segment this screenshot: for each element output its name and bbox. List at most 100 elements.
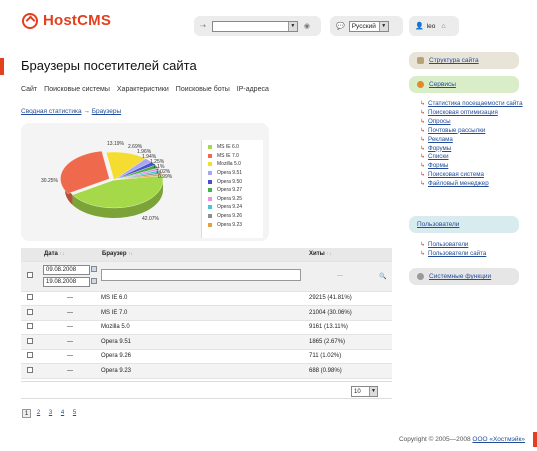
- legend-item: Opera 9.25: [202, 195, 263, 204]
- tab-ip-addresses[interactable]: IP-адреса: [237, 86, 269, 93]
- gear-icon: [417, 273, 424, 280]
- footer-marker: [533, 432, 537, 447]
- sidebar-item-users[interactable]: ↳ Пользователи: [420, 241, 523, 250]
- browser-pie-chart: 42.07%30.25%13.19% 2.69%1.96%1.94%1.25%1.…: [41, 141, 173, 222]
- tab-site[interactable]: Сайт: [21, 86, 37, 93]
- legend-swatch: [208, 196, 212, 201]
- user-icon: 👤: [415, 23, 424, 30]
- sort-arrows-icon[interactable]: ↑↓: [326, 251, 331, 257]
- row-checkbox[interactable]: [27, 366, 33, 373]
- search-icon[interactable]: 🔍: [374, 261, 392, 292]
- sidebar-item-lists[interactable]: ↳ Списки: [420, 153, 523, 162]
- legend-label: Opera 9.24: [217, 204, 243, 211]
- user-box: 👤 leo ⌂: [409, 16, 459, 36]
- row-checkbox[interactable]: [27, 308, 33, 315]
- browser-column-header[interactable]: Браузер ↑↓: [99, 248, 306, 262]
- table-row[interactable]: — Opera 9.23 688 (0.98%): [21, 363, 392, 379]
- logo-icon: [22, 12, 38, 29]
- sidebar-item-seo[interactable]: ↳ Поисковая оптимизация: [420, 109, 523, 118]
- sort-arrows-icon[interactable]: ↑↓: [60, 251, 65, 257]
- breadcrumb: Сводная статистика → Браузеры: [21, 108, 122, 115]
- legend-label: Opera 9.27: [217, 187, 243, 194]
- table-row[interactable]: — Opera 9.26 711 (1.02%): [21, 349, 392, 364]
- sidebar-item-statistics[interactable]: ↳ Статистика посещаемости сайта: [420, 100, 523, 109]
- legend-label: Opera 9.26: [217, 213, 243, 220]
- arrow-icon: ↳: [420, 127, 426, 134]
- go-icon[interactable]: ◉: [304, 22, 310, 30]
- pie-label: 13.19%: [107, 141, 125, 147]
- sort-arrows-icon[interactable]: ↑↓: [128, 251, 133, 257]
- date-from-input[interactable]: 09.08.2008: [43, 265, 90, 275]
- copyright: Copyright © 2005—2008 ООО «Хостмэйк»: [398, 436, 525, 443]
- legend-label: Opera 9.23: [217, 221, 243, 228]
- breadcrumb-summary-link[interactable]: Сводная статистика: [21, 108, 82, 115]
- sidebar-item-forms[interactable]: ↳ Формы: [420, 162, 523, 171]
- pie-label: 42.07%: [142, 216, 160, 222]
- sidebar-item-site-users[interactable]: ↳ Пользователи сайта: [420, 250, 523, 259]
- arrow-icon: ↳: [420, 250, 426, 257]
- legend-swatch: [208, 171, 212, 176]
- sidebar-item-search[interactable]: ↳ Поисковая система: [420, 171, 523, 180]
- page-title: Браузеры посетителей сайта: [21, 58, 197, 73]
- username[interactable]: leo: [427, 23, 436, 30]
- legend-item: Opera 9.23: [202, 220, 263, 229]
- logo-text: HostCMS: [43, 12, 112, 29]
- tab-search-bots[interactable]: Поисковые боты: [176, 86, 230, 93]
- sidebar-item-file-manager[interactable]: ↳ Файловый менеджер: [420, 180, 523, 189]
- legend-label: MS IE 6.0: [217, 144, 239, 151]
- row-checkbox[interactable]: [27, 337, 33, 344]
- row-checkbox[interactable]: [27, 294, 33, 301]
- legend-item: Mozilla 5.0: [202, 160, 263, 169]
- arrow-icon: ↳: [420, 181, 426, 188]
- tab-characteristics[interactable]: Характеристики: [117, 86, 169, 93]
- page-link[interactable]: 2: [37, 410, 40, 416]
- table-footer: 10 ▼: [21, 381, 392, 399]
- table-row[interactable]: — MS IE 6.0 29215 (41.81%): [21, 291, 392, 306]
- language-select[interactable]: Русский ▼: [348, 20, 389, 32]
- breadcrumb-browsers-link[interactable]: Браузеры: [92, 108, 121, 115]
- table-row[interactable]: — Mozilla 5.0 9161 (13.11%): [21, 320, 392, 335]
- search-box: ⇢ ▼ ◉: [194, 16, 321, 36]
- sidebar-users[interactable]: Пользователи: [409, 216, 519, 233]
- browser-table: Дата ↑↓ Браузер ↑↓ Хиты ↑↓ 09.08.2008 19…: [21, 248, 392, 379]
- sidebar-item-polls[interactable]: ↳ Опросы: [420, 118, 523, 127]
- sidebar-item-forums[interactable]: ↳ Форумы: [420, 145, 523, 154]
- structure-icon: [417, 57, 424, 64]
- chevron-down-icon: ▼: [369, 387, 377, 396]
- filter-row: 09.08.2008 19.08.2008 — 🔍: [21, 261, 392, 292]
- sidebar-structure[interactable]: Структура сайта: [409, 52, 519, 69]
- hits-column-header[interactable]: Хиты ↑↓: [306, 248, 374, 262]
- tab-search-engines[interactable]: Поисковые системы: [44, 86, 110, 93]
- users-menu: ↳ Пользователи ↳ Пользователи сайта: [420, 241, 523, 259]
- table-row[interactable]: — MS IE 7.0 21004 (30.06%): [21, 305, 392, 321]
- sidebar-item-mailing[interactable]: ↳ Почтовые рассылки: [420, 127, 523, 136]
- legend-label: Opera 9.51: [217, 170, 243, 177]
- sidebar-system[interactable]: Системные функции: [409, 268, 519, 285]
- legend-swatch: [208, 205, 212, 210]
- calendar-icon[interactable]: [91, 266, 97, 273]
- pie-label: 0.99%: [158, 174, 173, 180]
- legend-item: Opera 9.26: [202, 212, 263, 221]
- row-checkbox[interactable]: [27, 352, 33, 359]
- arrow-icon: ↳: [420, 101, 426, 107]
- home-icon[interactable]: ⌂: [441, 23, 445, 30]
- company-link[interactable]: ООО «Хостмэйк»: [472, 436, 525, 443]
- date-column-header[interactable]: Дата ↑↓: [41, 248, 99, 262]
- sidebar-services[interactable]: Сервисы: [409, 76, 519, 93]
- browser-filter-input[interactable]: [101, 269, 301, 281]
- table-row[interactable]: — Opera 9.51 1865 (2.67%): [21, 334, 392, 350]
- calendar-icon[interactable]: [91, 278, 97, 285]
- arrow-icon: ↳: [420, 118, 426, 125]
- date-to-input[interactable]: 19.08.2008: [43, 277, 90, 287]
- select-all-checkbox[interactable]: [27, 272, 33, 278]
- page-link[interactable]: 4: [61, 410, 64, 416]
- legend-label: Opera 9.25: [217, 195, 243, 202]
- hostcms-logo[interactable]: HostCMS: [22, 12, 111, 29]
- page-size-select[interactable]: 10 ▼: [351, 386, 378, 397]
- site-select[interactable]: ▼: [211, 20, 298, 32]
- page-link[interactable]: 3: [49, 410, 52, 416]
- hits-filter: —: [306, 261, 374, 292]
- sidebar-item-ads[interactable]: ↳ Реклама: [420, 136, 523, 145]
- page-link[interactable]: 5: [73, 410, 76, 416]
- row-checkbox[interactable]: [27, 323, 33, 330]
